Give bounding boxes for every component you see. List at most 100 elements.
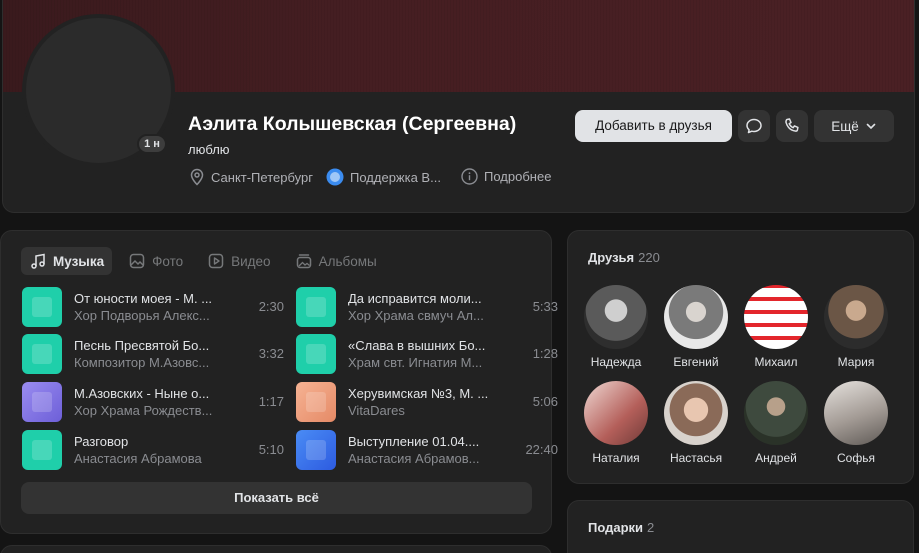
friend-item[interactable]: Софья — [816, 381, 896, 465]
friend-avatar[interactable] — [744, 381, 808, 445]
gifts-header[interactable]: Подарки 2 — [588, 520, 654, 535]
friend-name[interactable]: Наталия — [576, 451, 656, 465]
tab-music-label: Музыка — [53, 253, 105, 269]
track-cover — [296, 334, 336, 374]
profile-name: Аэлита Колышевская (Сергеевна) — [188, 113, 517, 135]
friend-name[interactable]: Софья — [816, 451, 896, 465]
more-label: Ещё — [831, 118, 859, 134]
friend-name[interactable]: Мария — [816, 355, 896, 369]
city-label: Санкт-Петербург — [211, 169, 313, 185]
message-button[interactable] — [738, 110, 770, 142]
track-cover — [22, 382, 62, 422]
track-title: Песнь Пресвятой Бо... — [74, 338, 210, 353]
friends-count: 220 — [638, 250, 660, 265]
friend-avatar[interactable] — [824, 285, 888, 349]
media-tabs: Музыка Фото Видео Альбомы — [21, 247, 385, 275]
support-label: Поддержка В... — [350, 169, 441, 185]
track-duration: 1:17 — [258, 394, 284, 409]
show-all-button[interactable]: Показать всё — [21, 482, 532, 514]
track-artist[interactable]: Композитор М.Азовс... — [74, 355, 216, 370]
track-item[interactable]: Да исправится моли... Хор Храма свмуч Ал… — [296, 287, 558, 327]
friend-item[interactable]: Андрей — [736, 381, 816, 465]
track-cover — [296, 382, 336, 422]
track-duration: 3:32 — [258, 346, 284, 361]
music-note-icon — [31, 253, 45, 269]
track-item[interactable]: Выступление 01.04.... Анастасия Абрамов.… — [296, 430, 558, 470]
details-link[interactable]: Подробнее — [461, 168, 551, 185]
friend-avatar[interactable] — [744, 285, 808, 349]
track-title: Разговор — [74, 434, 129, 449]
tab-albums[interactable]: Альбомы — [287, 247, 385, 275]
track-duration: 2:30 — [258, 299, 284, 314]
friends-header[interactable]: Друзья 220 — [588, 250, 660, 265]
next-block — [0, 545, 552, 553]
friend-name[interactable]: Михаил — [736, 355, 816, 369]
track-item[interactable]: Херувимская №3, М. ... VitaDares 5:06 — [296, 382, 558, 422]
track-item[interactable]: Песнь Пресвятой Бо... Композитор М.Азовс… — [22, 334, 284, 374]
friend-avatar[interactable] — [584, 285, 648, 349]
track-title: «Слава в вышних Бо... — [348, 338, 486, 353]
track-title: М.Азовских - Ныне о... — [74, 386, 210, 401]
friends-block: Друзья 220 Надежда Евгений Михаил Мария Н… — [567, 230, 914, 484]
track-artist[interactable]: Храм свт. Игнатия М... — [348, 355, 490, 370]
add-friend-button[interactable]: Добавить в друзья — [575, 110, 732, 142]
friend-item[interactable]: Мария — [816, 285, 896, 369]
location-pin-icon — [190, 168, 204, 186]
friend-item[interactable]: Михаил — [736, 285, 816, 369]
more-button[interactable]: Ещё — [814, 110, 894, 142]
friend-name[interactable]: Евгений — [656, 355, 736, 369]
track-artist[interactable]: VitaDares — [348, 403, 490, 418]
track-duration: 5:10 — [258, 442, 284, 457]
track-artist[interactable]: Анастасия Абрамов... — [348, 451, 490, 466]
video-icon — [208, 253, 224, 269]
track-duration: 22:40 — [525, 442, 558, 457]
friend-item[interactable]: Надежда — [576, 285, 656, 369]
tab-video-label: Видео — [231, 253, 271, 269]
support-link[interactable]: Поддержка В... — [326, 168, 441, 186]
friend-item[interactable]: Евгений — [656, 285, 736, 369]
track-artist[interactable]: Хор Храма свмуч Ал... — [348, 308, 490, 323]
track-item[interactable]: «Слава в вышних Бо... Храм свт. Игнатия … — [296, 334, 558, 374]
track-artist[interactable]: Анастасия Абрамова — [74, 451, 216, 466]
track-title: От юности моея - М. ... — [74, 291, 213, 306]
track-item[interactable]: От юности моея - М. ... Хор Подворья Але… — [22, 287, 284, 327]
friend-avatar[interactable] — [664, 285, 728, 349]
phone-icon — [785, 118, 799, 132]
gifts-block: Подарки 2 — [567, 500, 914, 553]
city-info[interactable]: Санкт-Петербург — [189, 168, 313, 186]
track-cover — [296, 430, 336, 470]
track-title: Да исправится моли... — [348, 291, 482, 306]
tab-albums-label: Альбомы — [318, 253, 377, 269]
tab-photo-label: Фото — [152, 253, 184, 269]
call-button[interactable] — [776, 110, 808, 142]
friends-title: Друзья — [588, 250, 635, 265]
profile-status: люблю — [188, 142, 230, 157]
track-item[interactable]: Разговор Анастасия Абрамова 5:10 — [22, 430, 284, 470]
friend-avatar[interactable] — [584, 381, 648, 445]
friend-item[interactable]: Настасья — [656, 381, 736, 465]
tab-video[interactable]: Видео — [199, 247, 278, 275]
tab-photo[interactable]: Фото — [120, 247, 191, 275]
vk-support-icon — [326, 168, 344, 186]
friend-name[interactable]: Надежда — [576, 355, 656, 369]
track-cover — [22, 287, 62, 327]
friend-name[interactable]: Настасья — [656, 451, 736, 465]
message-icon — [746, 118, 762, 134]
track-item[interactable]: М.Азовских - Ныне о... Хор Храма Рождест… — [22, 382, 284, 422]
track-duration: 5:33 — [532, 299, 558, 314]
friend-avatar[interactable] — [664, 381, 728, 445]
friend-avatar[interactable] — [824, 381, 888, 445]
track-artist[interactable]: Хор Храма Рождеств... — [74, 403, 216, 418]
profile-header: 1 н Аэлита Колышевская (Сергеевна) люблю… — [2, 0, 915, 213]
albums-icon — [296, 254, 311, 269]
chevron-down-icon — [866, 123, 876, 130]
details-label: Подробнее — [484, 169, 552, 184]
track-title: Выступление 01.04.... — [348, 434, 480, 449]
photo-icon — [129, 253, 145, 269]
friend-name[interactable]: Андрей — [736, 451, 816, 465]
tab-music[interactable]: Музыка — [21, 247, 113, 275]
track-duration: 1:28 — [532, 346, 558, 361]
friend-item[interactable]: Наталия — [576, 381, 656, 465]
track-artist[interactable]: Хор Подворья Алекс... — [74, 308, 216, 323]
online-badge: 1 н — [137, 134, 167, 154]
